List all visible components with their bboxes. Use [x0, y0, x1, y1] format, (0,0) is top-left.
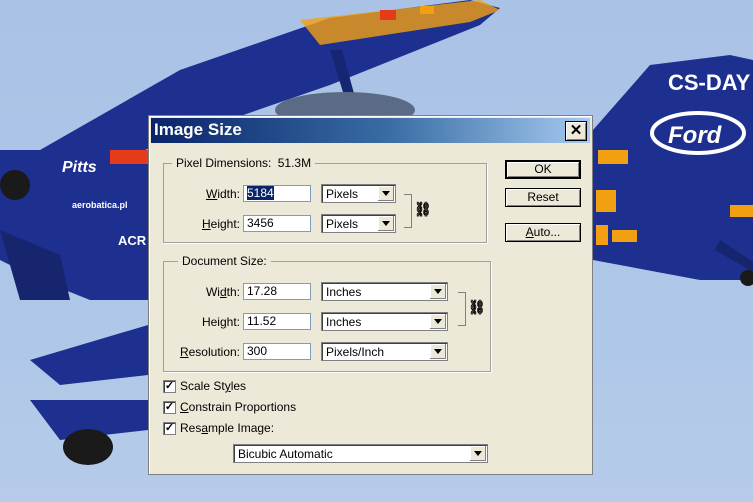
pixel-dimensions-group: Pixel Dimensions: 51.3M Width: 5184 Pixe… — [163, 156, 487, 243]
checkmark-icon[interactable]: ✓ — [163, 380, 176, 393]
close-icon: ✕ — [569, 122, 583, 139]
pitts-logo-text: Pitts — [62, 159, 97, 176]
chevron-down-icon[interactable] — [429, 314, 446, 329]
chevron-down-icon[interactable] — [429, 284, 446, 299]
dialog-title: Image Size — [154, 120, 242, 139]
auto-button[interactable]: Auto... — [505, 223, 581, 242]
checkmark-icon[interactable]: ✓ — [163, 401, 176, 414]
sponsor-url-text: aerobatica.pl — [72, 200, 128, 210]
plane-registration-text: CS-DAY — [668, 70, 751, 95]
chevron-down-icon[interactable] — [429, 344, 446, 359]
resample-image-label: Resample Image: — [180, 421, 275, 435]
scale-styles-label: Scale Styles — [180, 379, 247, 393]
chain-link-icon: ⛓ — [468, 299, 486, 315]
chevron-down-icon[interactable] — [469, 446, 486, 461]
resolution-unit-select[interactable]: Pixels/Inch — [321, 342, 448, 361]
doc-width-unit-select[interactable]: Inches — [321, 282, 448, 301]
pixel-width-label: Width: — [205, 187, 240, 201]
doc-width-label: Width: — [205, 285, 240, 299]
reset-button[interactable]: Reset — [505, 188, 581, 207]
pixel-width-input[interactable]: 5184 — [243, 185, 311, 202]
resolution-label: Resolution: — [179, 345, 240, 359]
document-size-group: Document Size: Width: 17.28 Inches Heigh… — [163, 254, 491, 372]
pixel-dimensions-size: 51.3M — [277, 156, 312, 170]
dialog-titlebar[interactable]: Image Size ✕ — [151, 118, 590, 143]
pixel-height-label: Height: — [201, 217, 240, 231]
chevron-down-icon[interactable] — [377, 186, 394, 201]
document-size-legend: Document Size: — [178, 254, 271, 268]
doc-height-input[interactable]: 11.52 — [243, 313, 311, 330]
ok-button[interactable]: OK — [505, 160, 581, 179]
checkmark-icon[interactable]: ✓ — [163, 422, 176, 435]
image-size-dialog: Image Size ✕ Pixel Dimensions: 51.3M Wid… — [148, 115, 593, 475]
pixel-height-unit-select[interactable]: Pixels — [321, 214, 396, 233]
pixel-dimensions-legend: Pixel Dimensions: 51.3M — [172, 156, 316, 170]
resolution-input[interactable]: 300 — [243, 343, 311, 360]
ford-logo-text: Ford — [668, 122, 723, 149]
chain-link-icon: ⛓ — [414, 201, 432, 217]
doc-width-input[interactable]: 17.28 — [243, 283, 311, 300]
close-button[interactable]: ✕ — [565, 121, 587, 141]
chevron-down-icon[interactable] — [377, 216, 394, 231]
sponsor-logo-text: ACR — [118, 233, 147, 248]
pixel-height-input[interactable]: 3456 — [243, 215, 311, 232]
doc-height-unit-select[interactable]: Inches — [321, 312, 448, 331]
constrain-proportions-label: Constrain Proportions — [180, 400, 297, 414]
pixel-width-unit-select[interactable]: Pixels — [321, 184, 396, 203]
resample-method-select[interactable]: Bicubic Automatic — [233, 444, 488, 463]
pixel-link-bracket — [404, 194, 412, 228]
doc-link-bracket — [458, 292, 466, 326]
doc-height-label: Height: — [201, 315, 240, 329]
